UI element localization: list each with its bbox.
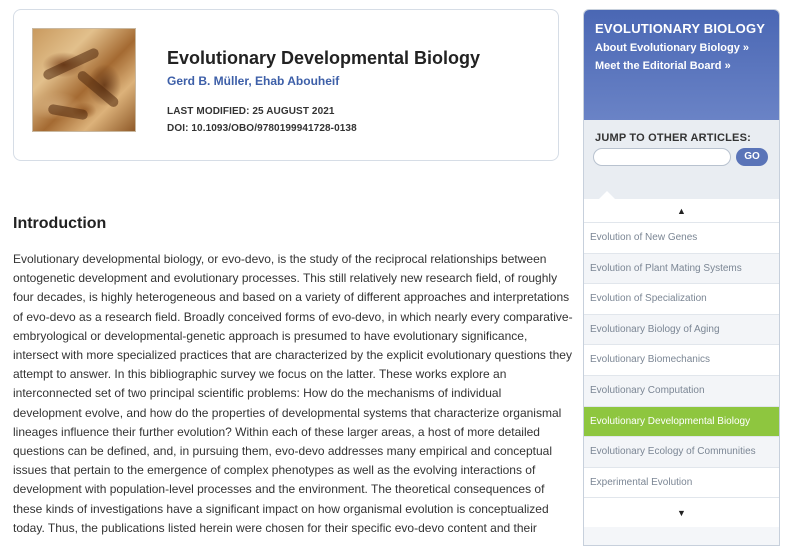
article-list: Evolution of New Genes Evolution of Plan… bbox=[584, 222, 779, 498]
sidebar: EVOLUTIONARY BIOLOGY About Evolutionary … bbox=[583, 9, 780, 546]
sidebar-title: EVOLUTIONARY BIOLOGY bbox=[595, 21, 766, 36]
author-link[interactable]: Ehab Abouheif bbox=[255, 74, 339, 88]
article-thumbnail-image bbox=[32, 28, 136, 132]
chevron-up-icon: ▲ bbox=[677, 205, 686, 216]
go-button[interactable]: GO bbox=[736, 148, 768, 166]
article-list-item[interactable]: Evolutionary Ecology of Communities bbox=[584, 436, 779, 467]
about-link[interactable]: About Evolutionary Biology » bbox=[595, 42, 768, 54]
article-list-item[interactable]: Evolutionary Biomechanics bbox=[584, 344, 779, 375]
article-authors: Gerd B. Müller, Ehab Abouheif bbox=[167, 74, 339, 88]
article-list-item[interactable]: Evolution of Specialization bbox=[584, 283, 779, 314]
scroll-up-button[interactable]: ▲ bbox=[584, 199, 779, 222]
article-list-item[interactable]: Evolutionary Computation bbox=[584, 374, 779, 406]
article-list-item-active[interactable]: Evolutionary Developmental Biology bbox=[584, 405, 779, 437]
editorial-board-link[interactable]: Meet the Editorial Board » bbox=[595, 60, 768, 72]
introduction-text: Evolutionary developmental biology, or e… bbox=[13, 252, 573, 535]
notch-pointer bbox=[598, 191, 616, 200]
last-modified: LAST MODIFIED: 25 AUGUST 2021 bbox=[167, 106, 335, 117]
article-list-item[interactable]: Experimental Evolution bbox=[584, 466, 779, 498]
doi: DOI: 10.1093/OBO/9780199941728-0138 bbox=[167, 123, 357, 134]
jump-search-input[interactable] bbox=[593, 148, 731, 166]
chevron-down-icon: ▼ bbox=[677, 507, 686, 518]
article-list-item[interactable]: Evolutionary Biology of Aging bbox=[584, 313, 779, 345]
jump-to-articles: JUMP TO OTHER ARTICLES: GO bbox=[584, 120, 779, 200]
jump-label: JUMP TO OTHER ARTICLES: bbox=[595, 132, 751, 144]
sidebar-header: EVOLUTIONARY BIOLOGY About Evolutionary … bbox=[584, 10, 779, 120]
article-header-card: Evolutionary Developmental Biology Gerd … bbox=[13, 9, 559, 161]
section-heading: Introduction bbox=[13, 215, 107, 232]
scroll-down-button[interactable]: ▼ bbox=[584, 497, 779, 528]
article-list-item[interactable]: Evolution of Plant Mating Systems bbox=[584, 252, 779, 284]
author-link[interactable]: Gerd B. Müller bbox=[167, 74, 248, 88]
article-title: Evolutionary Developmental Biology bbox=[167, 48, 481, 68]
article-list-item[interactable]: Evolution of New Genes bbox=[584, 222, 779, 253]
